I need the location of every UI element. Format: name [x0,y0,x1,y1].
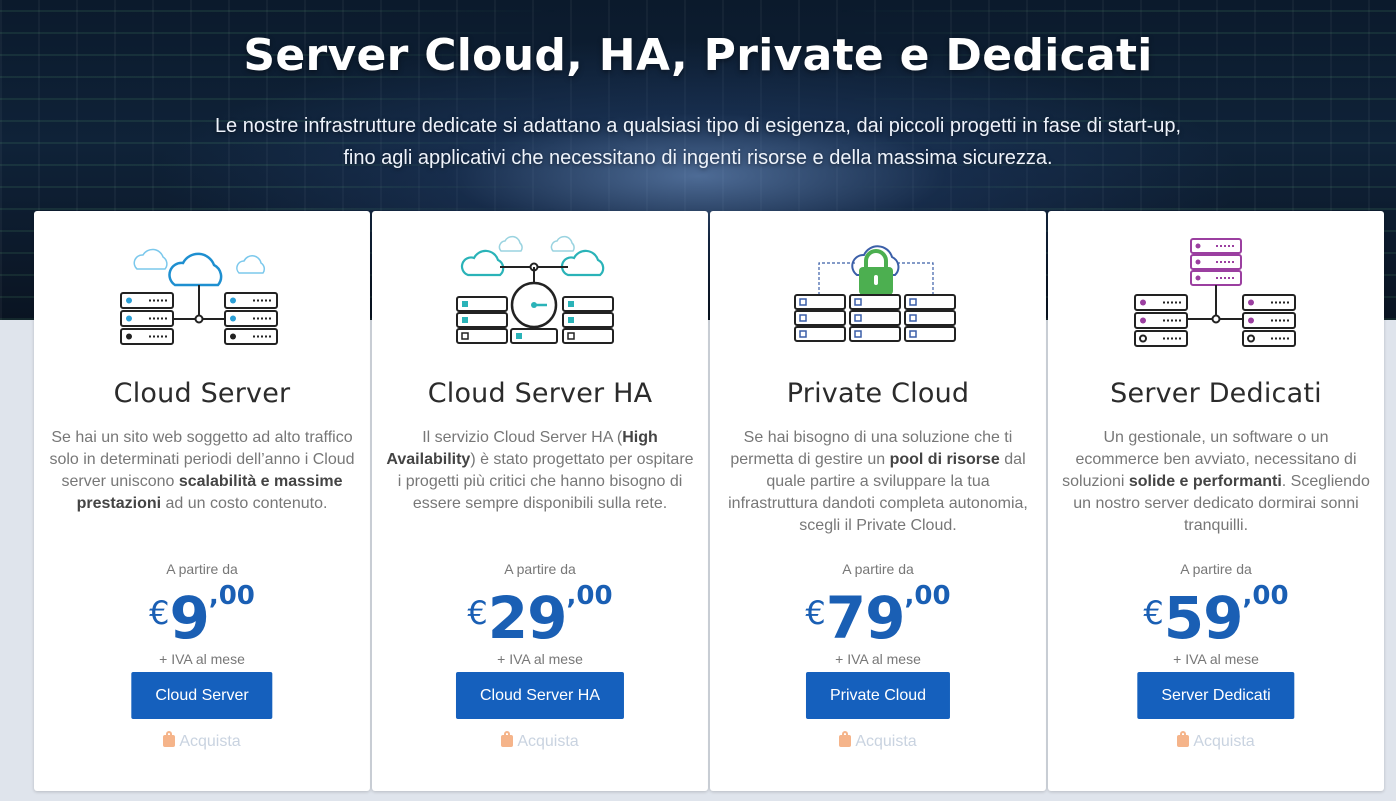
card-title: Cloud Server HA [427,378,653,409]
vat-label: + IVA al mese [835,651,921,667]
shopping-bag-icon [163,731,176,747]
price-from-label: A partire da [166,561,238,577]
card-server-dedicati: Server Dedicati Un gestionale, un softwa… [1048,211,1384,791]
vat-label: + IVA al mese [1173,651,1259,667]
dedicated-server-illustration [1048,233,1384,353]
card-cloud-server: Cloud Server Se hai un sito web soggetto… [34,211,370,791]
high-availability-gauge-illustration [372,233,708,353]
card-title: Private Cloud [786,378,970,409]
card-title: Server Dedicati [1110,378,1322,409]
server-dedicati-button[interactable]: Server Dedicati [1137,672,1295,719]
price: €79,00 [805,581,951,652]
card-title: Cloud Server [113,378,291,409]
buy-link[interactable]: Acquista [1048,731,1384,751]
price: €29,00 [467,581,613,652]
private-cloud-button[interactable]: Private Cloud [805,672,951,719]
pricing-cards: Cloud Server Se hai un sito web soggetto… [34,211,1384,791]
hero-subtitle-line1: Le nostre infrastrutture dedicate si ada… [214,115,1182,137]
buy-link[interactable]: Acquista [372,731,708,751]
hero-subtitle: Le nostre infrastrutture dedicate si ada… [150,110,1246,174]
vat-label: + IVA al mese [497,651,583,667]
card-description: Un gestionale, un software o un ecommerc… [1062,429,1370,534]
cloud-server-button[interactable]: Cloud Server [131,672,273,719]
shopping-bag-icon [839,731,852,747]
card-private-cloud: Private Cloud Se hai bisogno di una solu… [710,211,1046,791]
page-title: Server Cloud, HA, Private e Dedicati [243,30,1153,81]
card-description: Se hai un sito web soggetto ad alto traf… [49,429,355,512]
hero-subtitle-line2: fino agli applicativi che necessitano di… [343,147,1053,169]
vat-label: + IVA al mese [159,651,245,667]
card-description: Il servizio Cloud Server HA (High Availa… [386,429,694,512]
cloud-server-illustration [34,233,370,353]
shopping-bag-icon [501,731,514,747]
card-description: Se hai bisogno di una soluzione che ti p… [728,429,1028,534]
price-from-label: A partire da [504,561,576,577]
price: €59,00 [1143,581,1289,652]
private-cloud-lock-illustration [710,233,1046,353]
price: €9,00 [149,581,255,652]
buy-link[interactable]: Acquista [710,731,1046,751]
price-from-label: A partire da [842,561,914,577]
shopping-bag-icon [1177,731,1190,747]
cloud-server-ha-button[interactable]: Cloud Server HA [455,672,625,719]
price-from-label: A partire da [1180,561,1252,577]
card-cloud-server-ha: Cloud Server HA Il servizio Cloud Server… [372,211,708,791]
buy-link[interactable]: Acquista [34,731,370,751]
